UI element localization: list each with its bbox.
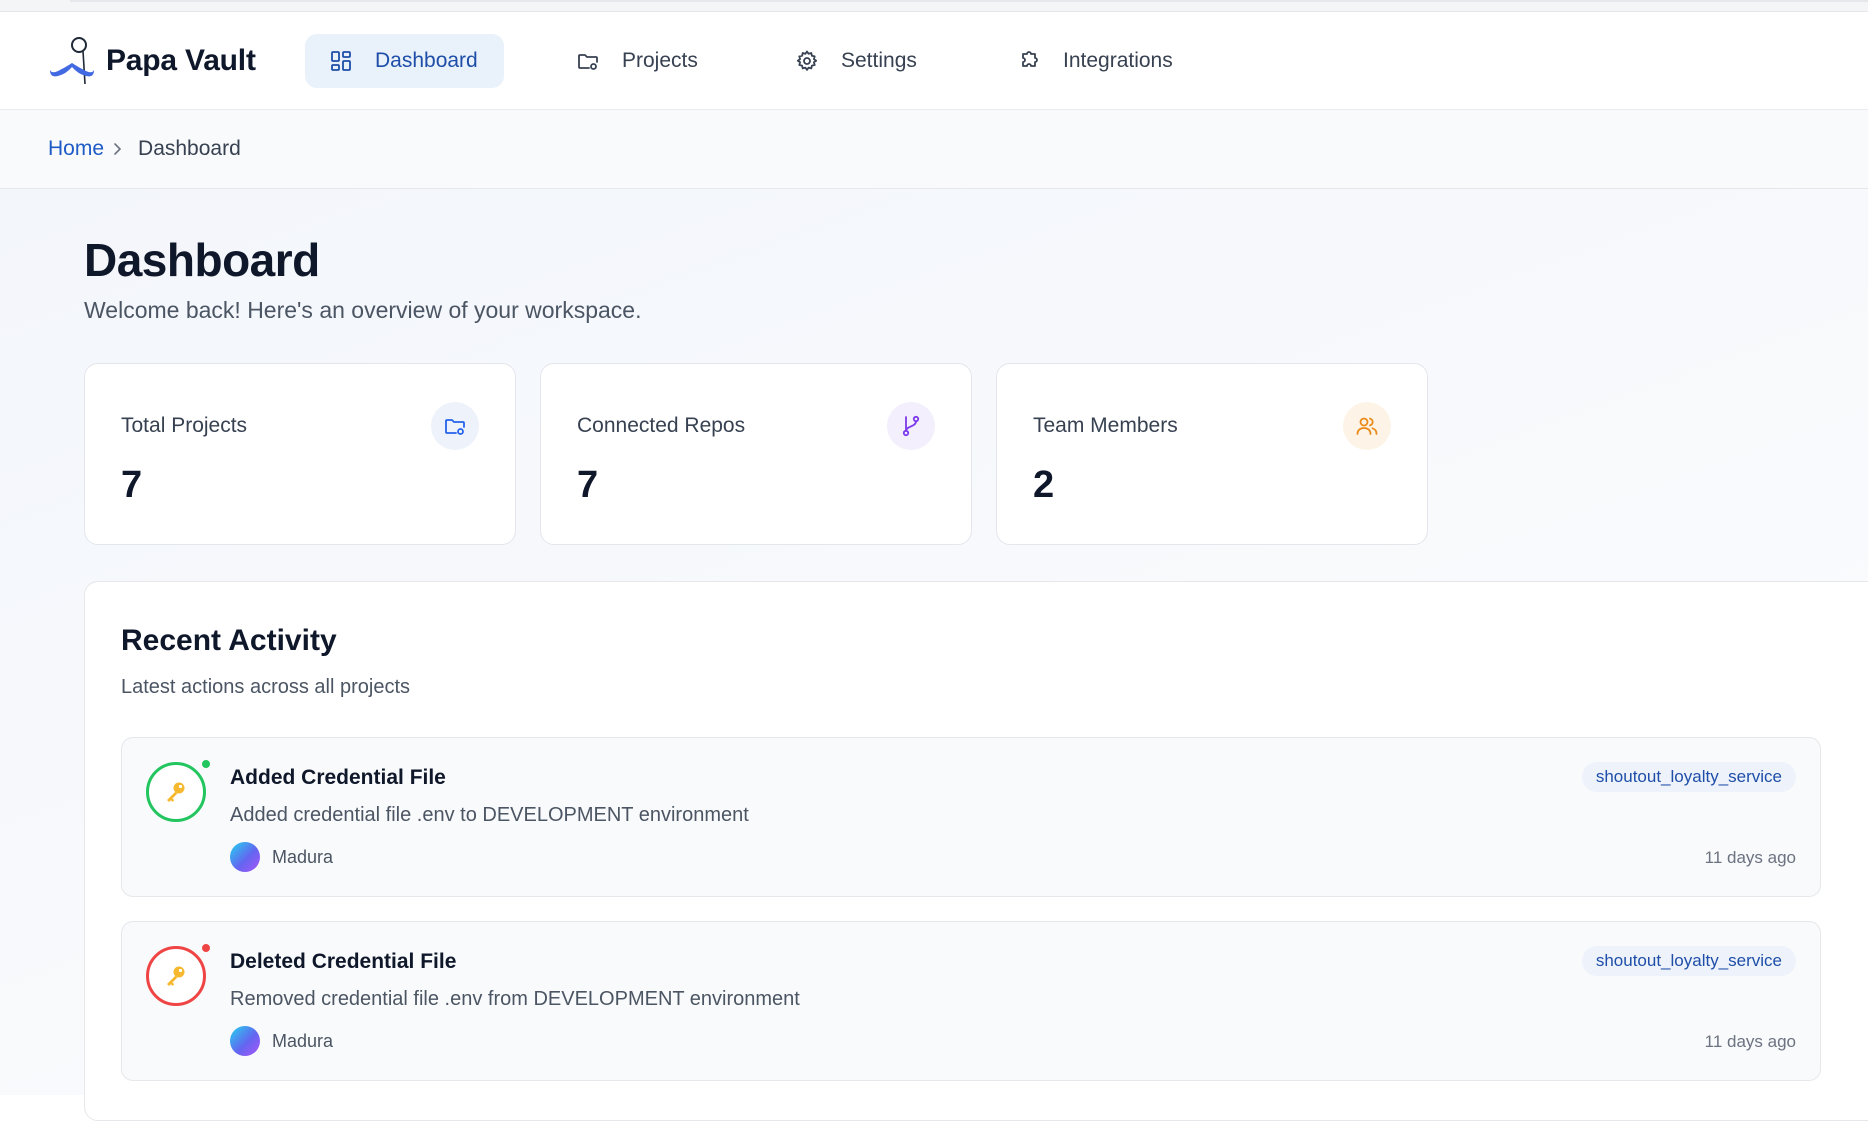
users-icon [1343,402,1391,450]
page-title: Dashboard [84,234,320,286]
puzzle-icon [1022,51,1038,67]
section-subtitle: Latest actions across all projects [121,676,411,698]
stat-card-connected-repos: Connected Repos 7 [540,363,972,545]
nav-item-integrations[interactable]: Integrations [1015,34,1173,88]
app-name: Papa Vault [106,44,256,77]
grid-icon [331,51,351,71]
nav-item-projects[interactable]: Projects [574,34,698,88]
page-subtitle: Welcome back! Here's an overview of your… [84,297,642,323]
window-top-strip [0,0,1868,12]
status-dot [200,758,212,770]
project-badge[interactable]: shoutout_loyalty_service [1581,762,1796,792]
activity-title: Added Credential File [230,766,446,789]
main-content: Dashboard Welcome back! Here's an overvi… [0,189,1868,1121]
avatar [230,1026,260,1056]
breadcrumb-current: Dashboard [138,137,241,160]
activity-description: Added credential file .env to DEVELOPMEN… [230,804,749,826]
git-branch-icon [887,402,935,450]
activity-user: Madura [230,842,333,872]
gear-icon [796,50,818,71]
avatar [230,842,260,872]
folder-icon [578,54,598,70]
stat-card-total-projects: Total Projects 7 [84,363,516,545]
stat-value: 2 [1033,464,1055,506]
user-name: Madura [272,1030,334,1051]
nav-item-settings[interactable]: Settings [793,34,917,88]
breadcrumb-home-link[interactable]: Home [48,137,104,161]
stat-label: Team Members [1033,414,1178,437]
nav-item-label: Dashboard [375,49,478,72]
breadcrumb: Home Dashboard [0,110,1868,189]
folder-icon [431,402,479,450]
stat-label: Connected Repos [577,414,746,437]
stat-card-team-members: Team Members 2 [996,363,1428,545]
nav-item-label: Settings [841,49,917,72]
activity-item[interactable]: Added Credential File Added credential f… [121,737,1821,897]
activity-item[interactable]: Deleted Credential File Removed credenti… [121,921,1821,1081]
recent-activity-panel: Recent Activity Latest actions across al… [84,581,1868,1121]
stat-value: 7 [577,464,599,506]
nav-item-dashboard[interactable]: Dashboard [305,34,504,88]
mustache-monocle-icon [50,37,94,85]
section-title: Recent Activity [121,624,337,657]
activity-timestamp: 11 days ago [1704,1032,1796,1051]
activity-description: Removed credential file .env from DEVELO… [230,988,800,1010]
nav-item-label: Projects [622,49,698,72]
activity-timestamp: 11 days ago [1704,848,1796,867]
user-name: Madura [272,846,334,867]
chevron-right-icon [110,142,124,156]
app-logo[interactable]: Papa Vault [46,34,256,88]
top-navbar: Papa Vault Dashboard Projects Settings I… [0,12,1868,110]
project-badge[interactable]: shoutout_loyalty_service [1581,946,1796,976]
activity-title: Deleted Credential File [230,950,457,973]
stat-label: Total Projects [121,414,248,437]
nav-item-label: Integrations [1063,49,1173,72]
status-dot [200,942,212,954]
stat-value: 7 [121,464,143,506]
activity-user: Madura [230,1026,333,1056]
key-icon [146,762,206,822]
key-icon [146,946,206,1006]
